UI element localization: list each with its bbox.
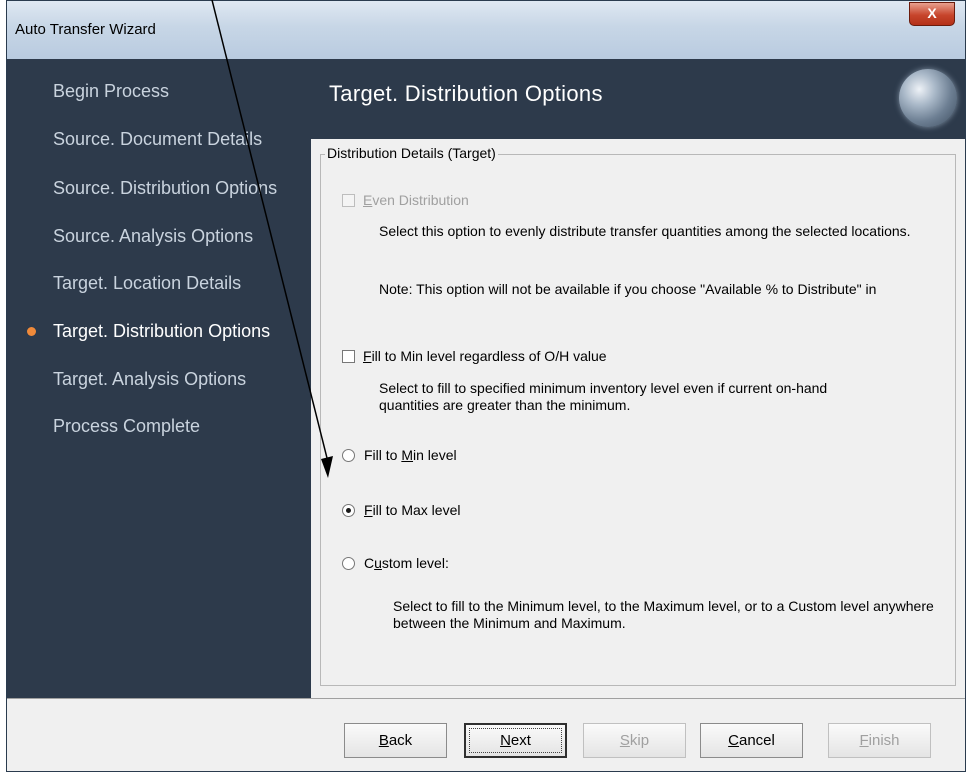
button-bar: Back Next Skip Cancel Finish [7,698,965,771]
finish-button[interactable]: Finish [828,723,931,758]
group-title: Distribution Details (Target) [325,145,498,161]
fill-to-max-radio[interactable]: Fill to Max level [342,502,460,518]
active-step-bullet-icon [27,327,36,336]
cancel-button[interactable]: Cancel [700,723,803,758]
sidebar-item-source-analysis-options: Source. Analysis Options [53,226,254,246]
sidebar-item-process-complete: Process Complete [53,416,201,436]
wizard-steps-sidebar: Begin Process Source. Document Details S… [7,59,311,698]
even-distribution-description: Select this option to evenly distribute … [379,223,911,239]
checkbox-box-icon [342,194,355,207]
sidebar-item-target-distribution-options: Target. Distribution Options [53,321,271,341]
close-icon: X [927,5,937,21]
page-title: Target. Distribution Options [329,81,603,106]
close-button[interactable]: X [909,2,955,26]
fill-min-regardless-description: Select to fill to specified minimum inve… [379,380,828,413]
radio-checked-icon [342,504,355,517]
checkbox-box-icon [342,350,355,363]
even-distribution-note: Note: This option will not be available … [379,281,877,297]
fill-to-min-radio[interactable]: Fill to Min level [342,447,457,463]
custom-level-description: Select to fill to the Minimum level, to … [393,598,934,631]
sidebar-item-target-analysis-options: Target. Analysis Options [53,369,247,389]
radio-circle-icon [342,449,355,462]
sidebar-item-target-location-details: Target. Location Details [53,273,242,293]
sidebar-item-source-document-details: Source. Document Details [53,129,263,149]
back-button[interactable]: Back [344,723,447,758]
distribution-details-group: Distribution Details (Target) Even Distr… [320,145,956,686]
sidebar-item-begin-process: Begin Process [53,81,170,101]
custom-level-radio[interactable]: Custom level: [342,555,449,571]
title-bar[interactable]: Auto Transfer Wizard X [7,1,965,59]
page-header: Target. Distribution Options [311,59,965,139]
skip-button[interactable]: Skip [583,723,686,758]
fill-min-regardless-checkbox[interactable]: Fill to Min level regardless of O/H valu… [342,348,607,364]
window-title: Auto Transfer Wizard [15,21,156,38]
wizard-window: Auto Transfer Wizard X Begin Process Sou… [6,0,966,772]
content-panel: Distribution Details (Target) Even Distr… [311,139,965,698]
sidebar-item-source-distribution-options: Source. Distribution Options [53,178,278,198]
radio-circle-icon [342,557,355,570]
globe-logo-icon [899,69,957,127]
even-distribution-checkbox[interactable]: Even Distribution [342,192,469,208]
next-button[interactable]: Next [464,723,567,758]
